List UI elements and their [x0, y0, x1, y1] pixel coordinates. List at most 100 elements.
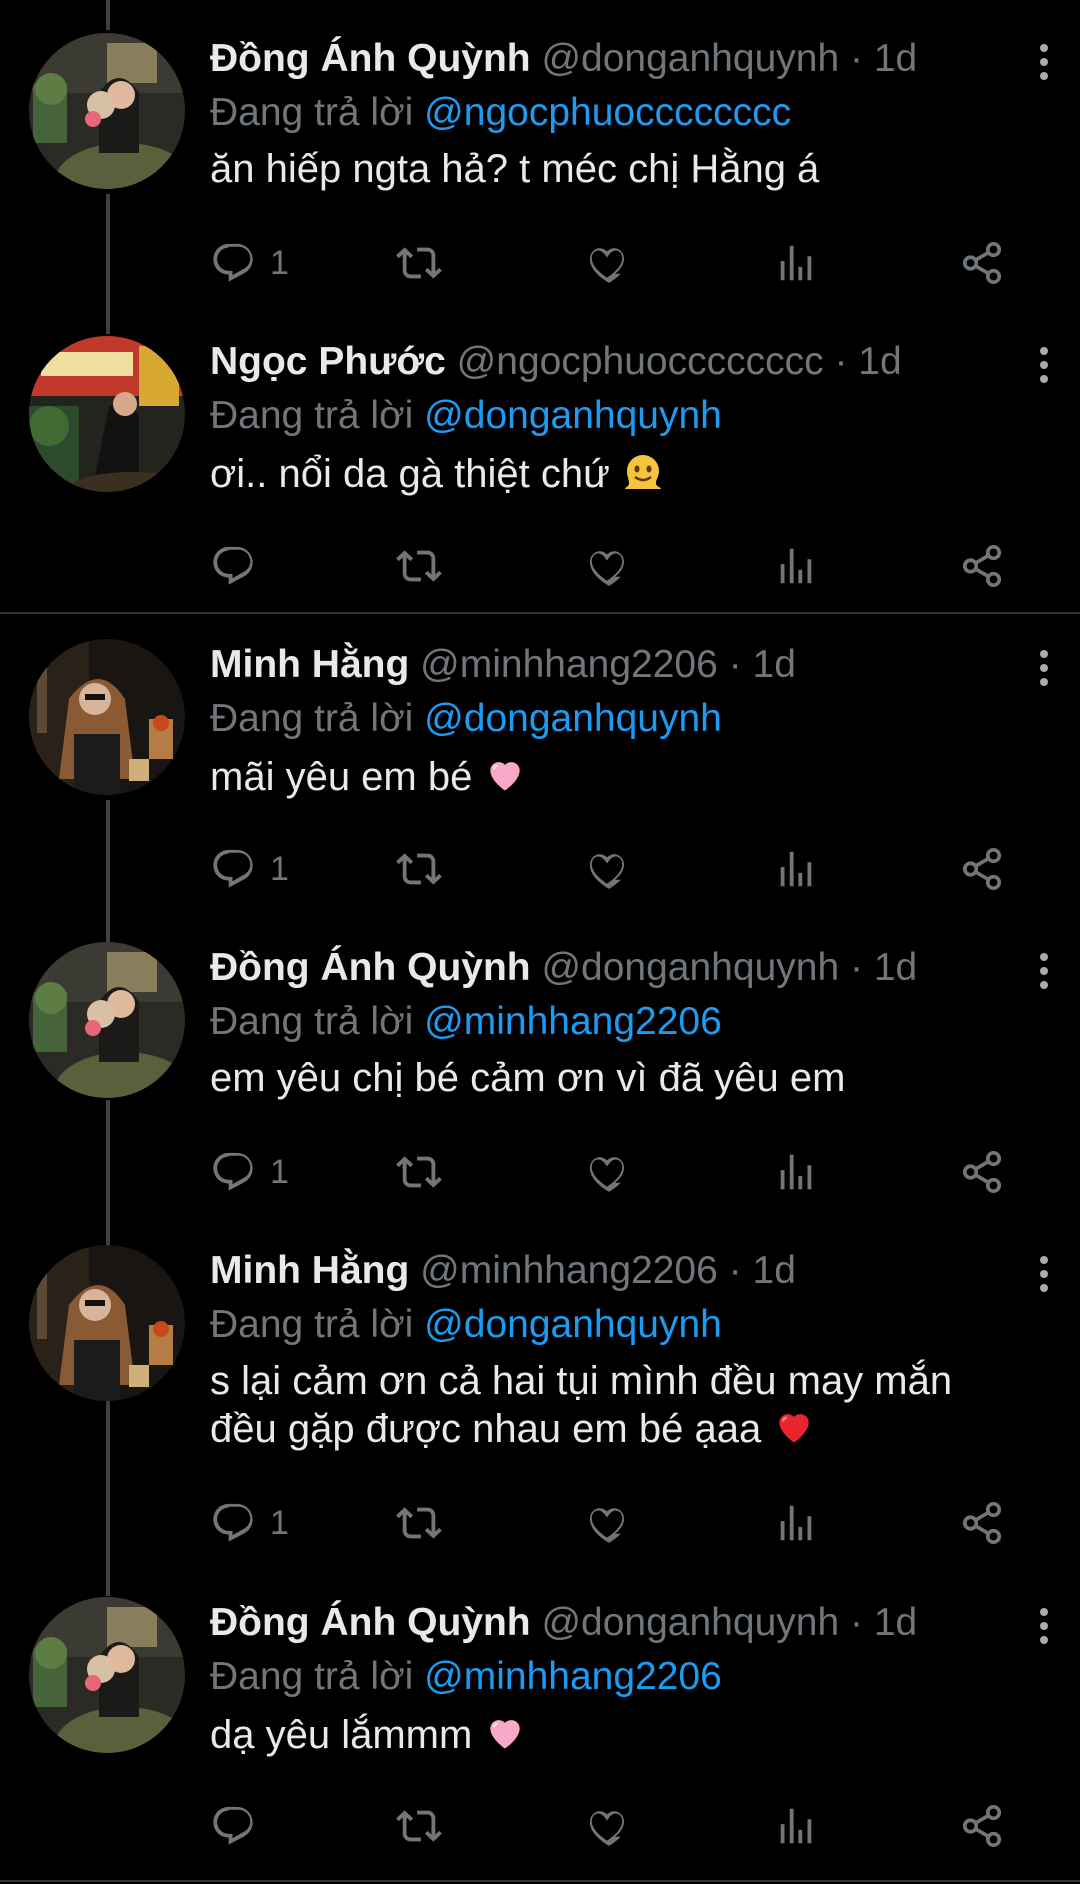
- tweet[interactable]: Minh Hằng @minhhang2206 · 1d Đang trả lờ…: [0, 606, 1080, 912]
- share-button[interactable]: [959, 1493, 1005, 1553]
- user-handle[interactable]: @donganhquynh: [541, 37, 839, 80]
- reply-count: 1: [270, 243, 289, 282]
- avatar[interactable]: [29, 942, 185, 1098]
- tweet-text-line: đều gặp được nhau em bé ạaa: [210, 1407, 762, 1451]
- reply-icon: [210, 240, 256, 286]
- pink-heart-emoji: [490, 1720, 521, 1749]
- tweet[interactable]: Đồng Ánh Quỳnh @donganhquynh · 1d Đang t…: [0, 0, 1080, 306]
- replying-to-mention[interactable]: @donganhquynh: [424, 1303, 722, 1346]
- replying-to-label: Đang trả lời: [210, 1000, 414, 1043]
- replying-to-mention[interactable]: @minhhang2206: [424, 1000, 722, 1043]
- like-button[interactable]: [584, 1796, 630, 1856]
- avatar[interactable]: [29, 1245, 185, 1401]
- display-name[interactable]: Minh Hằng: [210, 1249, 409, 1292]
- more-vertical-icon[interactable]: [1034, 951, 1054, 991]
- user-handle[interactable]: @ngocphuocccccccc: [457, 340, 824, 383]
- reply-count: 1: [270, 1503, 289, 1542]
- separator-dot: ·: [728, 643, 742, 686]
- tweet[interactable]: Minh Hằng @minhhang2206 · 1d Đang trả lờ…: [0, 1212, 1080, 1564]
- reply-button[interactable]: 1: [210, 233, 289, 293]
- like-button[interactable]: [584, 536, 630, 596]
- separator-dot: ·: [849, 1601, 863, 1644]
- user-handle[interactable]: @donganhquynh: [541, 946, 839, 989]
- retweet-button[interactable]: [396, 1142, 442, 1202]
- retweet-button[interactable]: [396, 839, 442, 899]
- views-button[interactable]: [773, 536, 819, 596]
- tweet-text-container: mãi yêu em bé: [210, 752, 1050, 800]
- display-name[interactable]: Đồng Ánh Quỳnh: [210, 946, 531, 989]
- heart-icon: [584, 543, 630, 589]
- action-bar: [210, 536, 1030, 596]
- pink-heart-emoji: [490, 762, 521, 791]
- action-bar: 1: [210, 839, 1030, 899]
- analytics-icon: [773, 1149, 819, 1195]
- share-button[interactable]: [959, 1142, 1005, 1202]
- retweet-button[interactable]: [396, 1493, 442, 1553]
- timestamp[interactable]: 1d: [874, 946, 917, 989]
- avatar[interactable]: [29, 336, 185, 492]
- views-button[interactable]: [773, 1493, 819, 1553]
- reply-button[interactable]: [210, 536, 270, 596]
- replying-to-label: Đang trả lời: [210, 697, 414, 740]
- more-vertical-icon[interactable]: [1034, 345, 1054, 385]
- more-vertical-icon[interactable]: [1034, 42, 1054, 82]
- replying-to-mention[interactable]: @donganhquynh: [424, 394, 722, 437]
- retweet-button[interactable]: [396, 233, 442, 293]
- replying-to-mention[interactable]: @minhhang2206: [424, 1655, 722, 1698]
- display-name[interactable]: Minh Hằng: [210, 643, 409, 686]
- more-vertical-icon[interactable]: [1034, 1606, 1054, 1646]
- separator-dot: ·: [849, 37, 863, 80]
- like-button[interactable]: [584, 1142, 630, 1202]
- share-button[interactable]: [959, 536, 1005, 596]
- more-vertical-icon[interactable]: [1034, 1254, 1054, 1294]
- heart-icon: [584, 1149, 630, 1195]
- views-button[interactable]: [773, 1142, 819, 1202]
- timestamp[interactable]: 1d: [874, 37, 917, 80]
- heart-icon: [584, 1803, 630, 1849]
- retweet-icon: [396, 543, 442, 589]
- timestamp[interactable]: 1d: [858, 340, 901, 383]
- avatar[interactable]: [29, 639, 185, 795]
- share-icon: [959, 1803, 1005, 1849]
- display-name[interactable]: Ngọc Phước: [210, 340, 446, 383]
- views-button[interactable]: [773, 233, 819, 293]
- reply-icon: [210, 543, 256, 589]
- reply-button[interactable]: 1: [210, 1142, 289, 1202]
- tweet[interactable]: Đồng Ánh Quỳnh @donganhquynh · 1d Đang t…: [0, 1564, 1080, 1884]
- replying-to-mention[interactable]: @ngocphuocccccccc: [424, 91, 791, 134]
- like-button[interactable]: [584, 1493, 630, 1553]
- reply-icon: [210, 1500, 256, 1546]
- avatar[interactable]: [29, 33, 185, 189]
- display-name[interactable]: Đồng Ánh Quỳnh: [210, 1601, 531, 1644]
- replying-to-label: Đang trả lời: [210, 394, 414, 437]
- retweet-icon: [396, 1803, 442, 1849]
- reply-icon: [210, 846, 256, 892]
- retweet-button[interactable]: [396, 1796, 442, 1856]
- tweet[interactable]: Ngọc Phước @ngocphuocccccccc · 1d Đang t…: [0, 303, 1080, 609]
- replying-to-mention[interactable]: @donganhquynh: [424, 697, 722, 740]
- share-button[interactable]: [959, 233, 1005, 293]
- avatar[interactable]: [29, 1597, 185, 1753]
- reply-button[interactable]: 1: [210, 839, 289, 899]
- reply-button[interactable]: [210, 1796, 270, 1856]
- views-button[interactable]: [773, 839, 819, 899]
- like-button[interactable]: [584, 233, 630, 293]
- more-vertical-icon[interactable]: [1034, 648, 1054, 688]
- share-button[interactable]: [959, 839, 1005, 899]
- timestamp[interactable]: 1d: [753, 1249, 796, 1292]
- retweet-button[interactable]: [396, 536, 442, 596]
- tweet-text: em yêu chị bé cảm ơn vì đã yêu em: [210, 1056, 846, 1100]
- share-icon: [959, 543, 1005, 589]
- display-name[interactable]: Đồng Ánh Quỳnh: [210, 37, 531, 80]
- like-button[interactable]: [584, 839, 630, 899]
- retweet-icon: [396, 240, 442, 286]
- share-button[interactable]: [959, 1796, 1005, 1856]
- timestamp[interactable]: 1d: [753, 643, 796, 686]
- user-handle[interactable]: @minhhang2206: [420, 643, 718, 686]
- user-handle[interactable]: @donganhquynh: [541, 1601, 839, 1644]
- tweet[interactable]: Đồng Ánh Quỳnh @donganhquynh · 1d Đang t…: [0, 909, 1080, 1215]
- timestamp[interactable]: 1d: [874, 1601, 917, 1644]
- reply-button[interactable]: 1: [210, 1493, 289, 1553]
- user-handle[interactable]: @minhhang2206: [420, 1249, 718, 1292]
- views-button[interactable]: [773, 1796, 819, 1856]
